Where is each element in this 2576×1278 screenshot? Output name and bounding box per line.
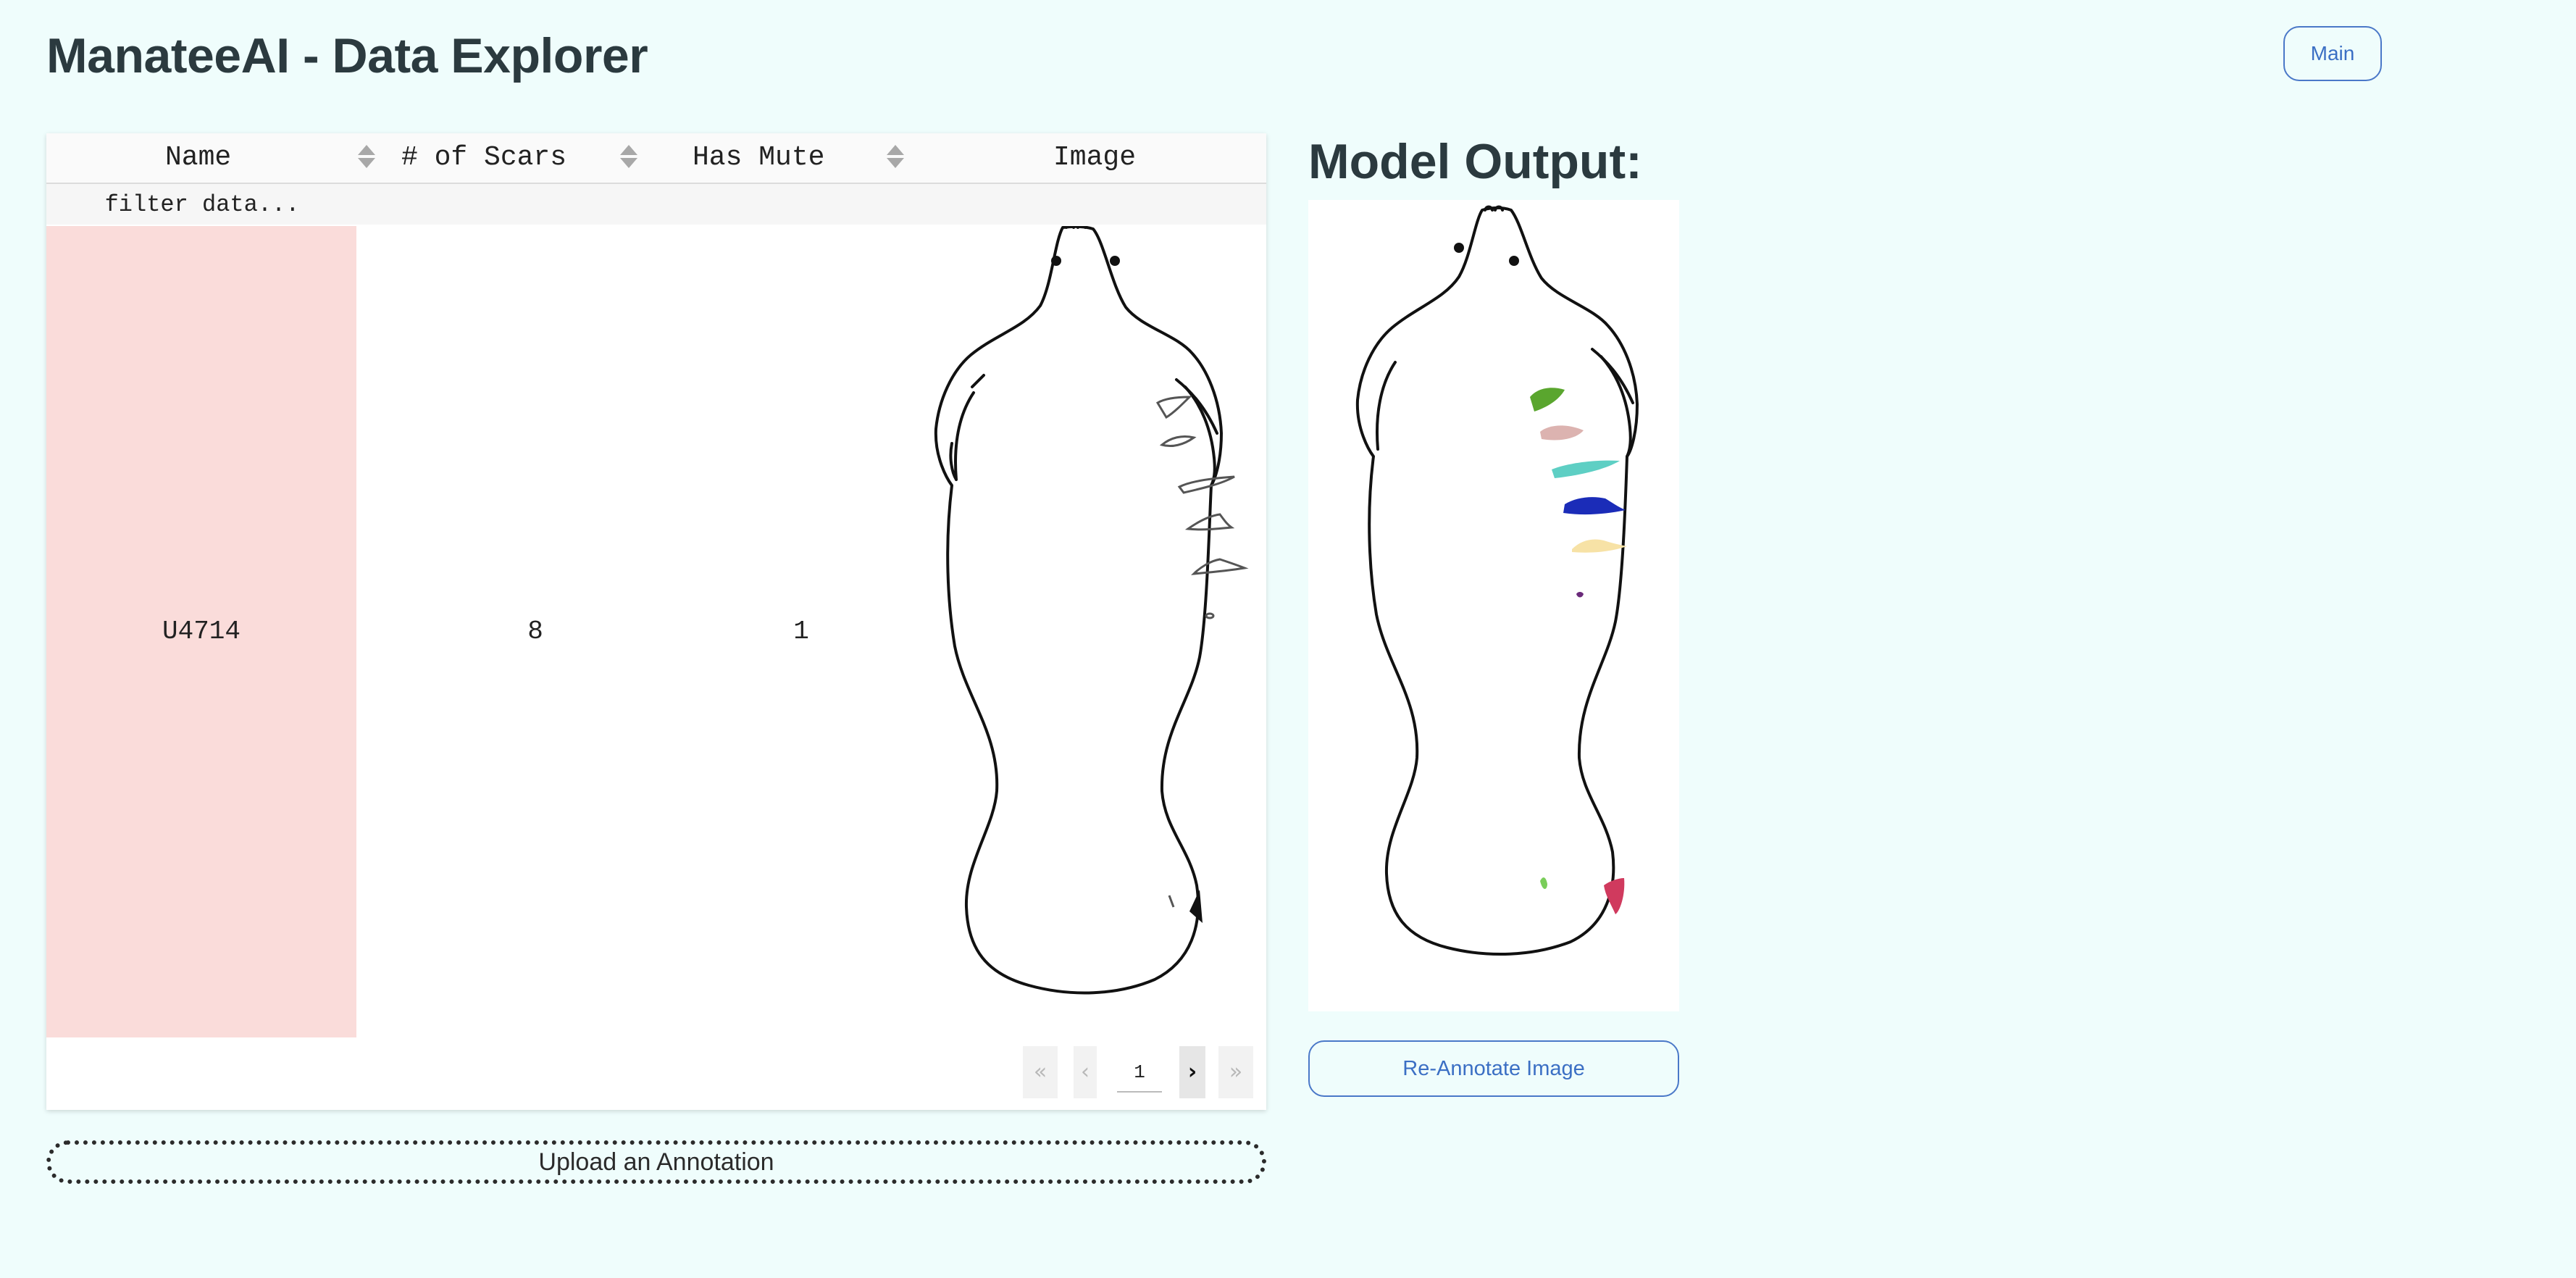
sort-icon[interactable]: [356, 145, 377, 171]
table-header: Name # of Scars Has Mute Image: [46, 133, 1266, 184]
main-button[interactable]: Main: [2283, 26, 2382, 81]
column-header-image: Image: [1053, 133, 1234, 183]
scar-segment-2: [1540, 425, 1584, 440]
prev-page-button[interactable]: ‹: [1074, 1046, 1097, 1098]
scar-segment-3: [1552, 460, 1620, 478]
column-mute-label: Has Mute: [693, 142, 825, 173]
data-table: Name # of Scars Has Mute Image U4714 8 1: [46, 133, 1266, 1110]
manatee-output-drawing: [1355, 205, 1639, 956]
upload-annotation-dropzone[interactable]: Upload an Annotation: [46, 1140, 1266, 1184]
model-output-title: Model Output:: [1308, 134, 1642, 189]
name-cell-value: U4714: [162, 617, 241, 646]
mute-cell-value: 1: [793, 617, 809, 646]
sort-icon[interactable]: [619, 145, 639, 171]
pagination: « ‹ › »: [1023, 1046, 1262, 1098]
model-output-image: [1308, 200, 1679, 1011]
re-annotate-button[interactable]: Re-Annotate Image: [1308, 1040, 1679, 1097]
scar-segment-6: [1576, 592, 1584, 598]
next-page-button[interactable]: ›: [1179, 1046, 1205, 1098]
filter-row: [46, 184, 1266, 225]
sort-icon[interactable]: [885, 145, 906, 171]
first-page-button[interactable]: «: [1023, 1046, 1058, 1098]
column-name-label: Name: [165, 142, 232, 173]
scar-segment-7: [1540, 877, 1547, 889]
page-number-input[interactable]: [1117, 1053, 1162, 1093]
scar-segment-5: [1572, 539, 1627, 553]
scar-segment-4: [1563, 497, 1626, 515]
manatee-sketch-image: [934, 226, 1249, 995]
filter-input[interactable]: [46, 184, 358, 225]
column-header-mute[interactable]: Has Mute: [693, 133, 961, 183]
column-header-scars[interactable]: # of Scars: [401, 133, 669, 183]
page-title: ManateeAI - Data Explorer: [46, 28, 648, 83]
scar-segment-1: [1530, 388, 1565, 412]
scar-segment-8: [1604, 878, 1625, 914]
scars-cell-value: 8: [527, 617, 543, 646]
table-row[interactable]: U4714 8 1: [46, 226, 1266, 1037]
last-page-button[interactable]: »: [1218, 1046, 1253, 1098]
column-header-name[interactable]: Name: [46, 133, 375, 183]
column-image-label: Image: [1053, 142, 1137, 173]
column-scars-label: # of Scars: [401, 142, 567, 173]
